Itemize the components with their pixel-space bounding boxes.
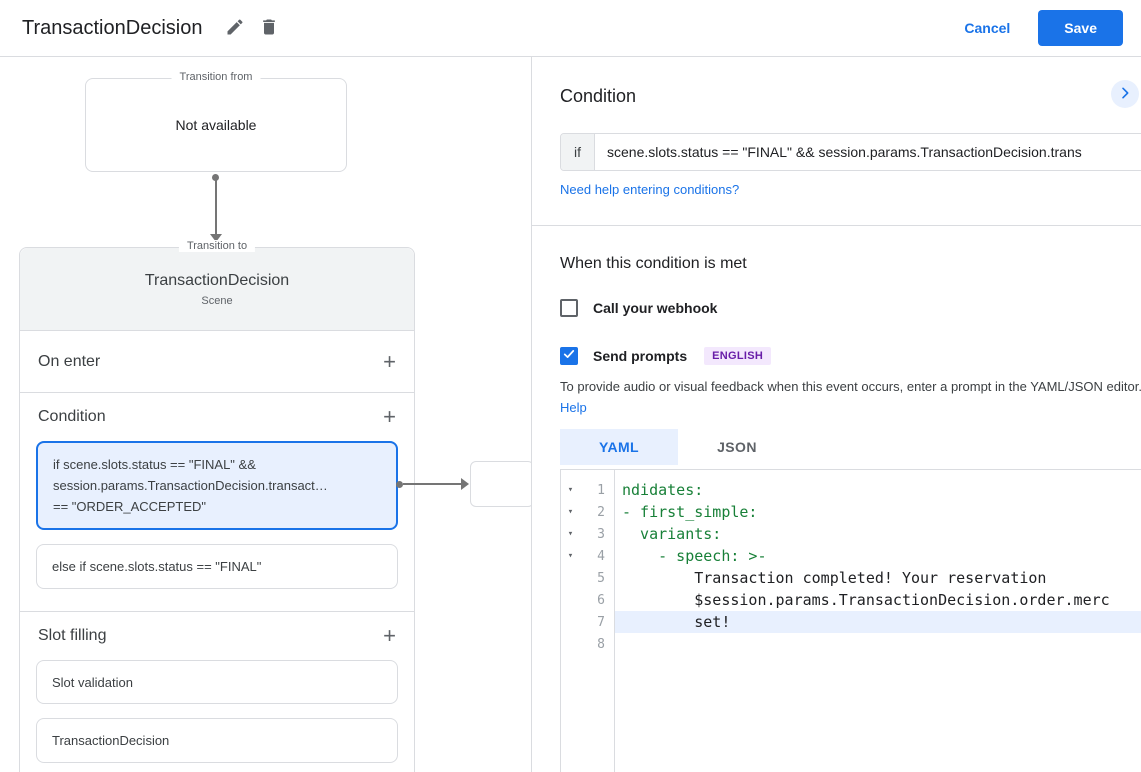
editor-line: 5 Transaction completed! Your reservatio…	[561, 567, 1141, 589]
checkmark-icon	[562, 347, 576, 366]
transition-to-label: Transition to	[178, 240, 256, 252]
condition-expression-input[interactable]: scene.slots.status == "FINAL" && session…	[595, 134, 1141, 170]
top-bar: TransactionDecision Cancel Save	[0, 0, 1141, 57]
editor-line-highlighted: 7 set!	[561, 611, 1141, 633]
section-slot-filling: Slot filling + Slot validation Transacti…	[20, 612, 414, 772]
slot-item-text: TransactionDecision	[52, 733, 170, 748]
slot-item-text: Slot validation	[52, 674, 133, 690]
condition-detail-panel: Condition if scene.slots.status == "FINA…	[532, 57, 1141, 772]
webhook-row: Call your webhook	[560, 299, 717, 317]
condition-line: session.params.TransactionDecision.trans…	[53, 478, 328, 493]
editor-line: ▾ 2 - first_simple:	[561, 501, 1141, 523]
connector-dot	[396, 481, 403, 488]
fold-arrow-icon[interactable]: ▾	[561, 507, 580, 517]
transition-from-box: Transition from Not available	[85, 71, 347, 172]
fold-arrow-icon[interactable]: ▾	[561, 551, 580, 561]
arrow-right-icon	[461, 478, 469, 490]
slot-filling-label: Slot filling	[38, 627, 107, 644]
editor-line: ▾ 3 variants:	[561, 523, 1141, 545]
on-enter-label: On enter	[38, 352, 101, 370]
transition-to-card: Transition to TransactionDecision Scene …	[19, 240, 415, 772]
language-badge: ENGLISH	[704, 347, 772, 365]
condition-help-link[interactable]: Need help entering conditions?	[560, 182, 739, 197]
scene-type: Scene	[201, 294, 233, 307]
line-number: 3	[597, 526, 605, 542]
send-prompts-label: Send prompts	[593, 348, 688, 364]
code-text: set!	[614, 611, 1141, 633]
send-prompts-checkbox[interactable]	[560, 347, 578, 365]
slot-item-validation[interactable]: Slot validation	[36, 660, 398, 704]
condition-else-text: else if scene.slots.status == "FINAL"	[52, 559, 262, 574]
connector-line	[403, 483, 461, 485]
add-condition-button[interactable]: +	[383, 406, 396, 428]
condition-line: == "ORDER_ACCEPTED"	[53, 499, 206, 514]
delete-scene-button[interactable]	[252, 11, 286, 45]
condition-item-selected[interactable]: if scene.slots.status == "FINAL" && sess…	[36, 441, 398, 530]
page-title: TransactionDecision	[22, 16, 203, 39]
line-number: 7	[597, 614, 605, 630]
code-text: variants:	[622, 525, 722, 543]
cancel-button[interactable]: Cancel	[964, 20, 1010, 36]
condition-expression-field: if scene.slots.status == "FINAL" && sess…	[560, 133, 1141, 171]
scene-name: TransactionDecision	[144, 271, 290, 289]
panel-divider	[532, 225, 1141, 226]
tab-json[interactable]: JSON	[678, 429, 796, 465]
scene-diagram-panel: Transition from Not available Transition…	[0, 57, 532, 772]
code-text: ndidates:	[622, 481, 704, 499]
editor-tabs: YAML JSON	[560, 429, 796, 465]
chevron-right-icon	[1117, 85, 1133, 104]
code-text: Transaction completed! Your reservation	[622, 569, 1047, 587]
fold-arrow-icon[interactable]: ▾	[561, 485, 580, 495]
line-number: 2	[597, 504, 605, 520]
fold-arrow-icon[interactable]: ▾	[561, 529, 580, 539]
section-condition: Condition + if scene.slots.status == "FI…	[20, 393, 414, 612]
condition-panel-title: Condition	[560, 86, 637, 106]
code-text: - first_simple:	[622, 503, 758, 521]
line-number: 4	[597, 548, 605, 564]
edit-title-button[interactable]	[218, 11, 252, 45]
condition-section-label: Condition	[38, 408, 106, 425]
line-number: 1	[597, 482, 605, 498]
connector-line	[215, 180, 217, 234]
editor-line: 8	[561, 633, 1141, 655]
send-prompts-row: Send prompts ENGLISH	[560, 347, 772, 365]
when-condition-met-title: When this condition is met	[560, 255, 747, 272]
call-webhook-checkbox[interactable]	[560, 299, 578, 317]
call-webhook-label: Call your webhook	[593, 300, 718, 316]
editor-line: ▾ 4 - speech: >-	[561, 545, 1141, 567]
yaml-editor[interactable]: ▾ 1 ndidates: ▾ 2 - first_simple: ▾ 3 varia…	[560, 469, 1141, 772]
code-text: $session.params.TransactionDecision.orde…	[622, 591, 1110, 609]
topbar-actions: Cancel Save	[964, 10, 1123, 46]
transition-from-label: Transition from	[171, 71, 261, 83]
transition-target-node[interactable]	[470, 461, 531, 507]
section-on-enter: On enter +	[20, 331, 414, 393]
gutter-divider	[614, 470, 615, 772]
condition-item-else[interactable]: else if scene.slots.status == "FINAL"	[36, 544, 398, 589]
scene-card-header[interactable]: TransactionDecision Scene	[20, 248, 414, 331]
add-slot-button[interactable]: +	[383, 625, 396, 647]
pencil-icon	[225, 17, 245, 40]
tab-yaml[interactable]: YAML	[560, 429, 678, 465]
code-text: - speech: >-	[622, 547, 767, 565]
add-on-enter-button[interactable]: +	[383, 350, 396, 372]
line-number: 8	[597, 636, 605, 652]
transition-from-content: Not available	[175, 117, 257, 133]
editor-line: 6 $session.params.TransactionDecision.or…	[561, 589, 1141, 611]
prompts-description: To provide audio or visual feedback when…	[560, 376, 1141, 418]
trash-icon	[259, 17, 279, 40]
save-button[interactable]: Save	[1038, 10, 1123, 46]
condition-line: if scene.slots.status == "FINAL" &&	[53, 457, 256, 472]
if-prefix: if	[561, 134, 595, 170]
help-link[interactable]: Help	[560, 400, 587, 415]
collapse-panel-button[interactable]	[1111, 80, 1139, 108]
line-number: 5	[597, 570, 605, 586]
editor-line: ▾ 1 ndidates:	[561, 479, 1141, 501]
slot-item-transactiondecision[interactable]: TransactionDecision	[36, 718, 398, 763]
line-number: 6	[597, 592, 605, 608]
prompts-description-text: To provide audio or visual feedback when…	[560, 379, 1141, 394]
